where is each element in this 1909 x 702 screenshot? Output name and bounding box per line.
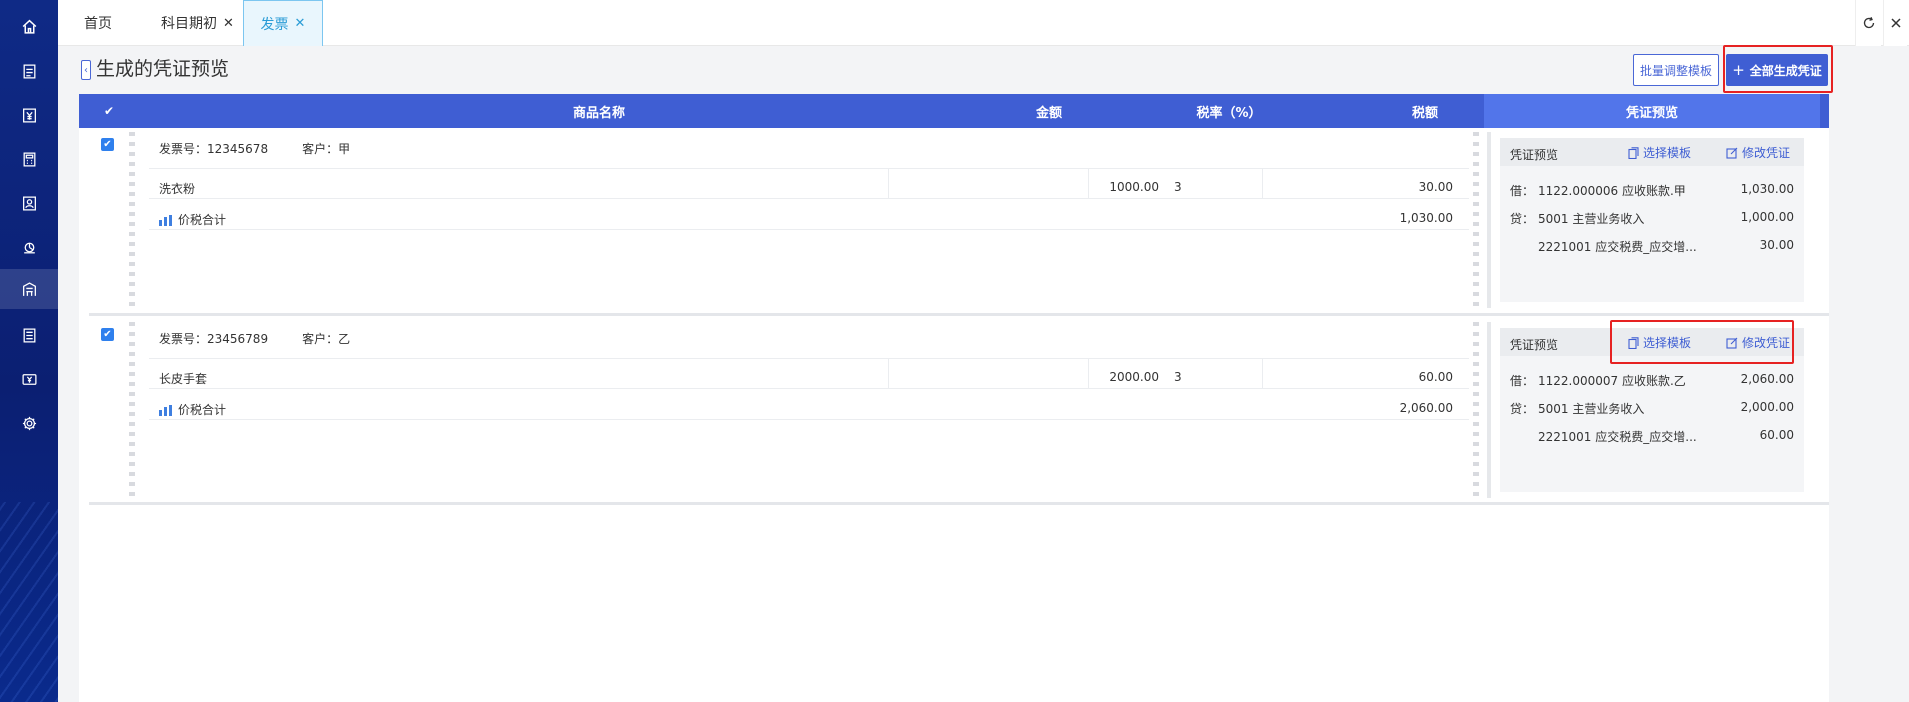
- invoice-checkbox[interactable]: ✔: [101, 138, 114, 151]
- drag-handle[interactable]: [1473, 132, 1479, 308]
- invoice-row: ✔ 发票号：12345678 客户：甲 洗衣粉 1000.00 3 30.00 价…: [79, 128, 1829, 320]
- tax-amount: 30.00: [1418, 180, 1453, 194]
- entry-account: 5001 主营业务收入: [1538, 212, 1645, 226]
- page-header: ‹ 生成的凭证预览 批量调整模板 + 全部生成凭证: [79, 45, 1833, 94]
- bar-chart-icon: [159, 405, 172, 416]
- col-product-name: 商品名称: [572, 105, 625, 121]
- tax-amount: 60.00: [1418, 370, 1453, 384]
- tab-label: 发票: [260, 16, 289, 33]
- entry-account: 5001 主营业务收入: [1538, 402, 1645, 416]
- entry-amount: 1,000.00: [1740, 210, 1794, 224]
- calculator-icon[interactable]: [0, 139, 58, 179]
- entry-amount: 2,060.00: [1740, 372, 1794, 386]
- copy-icon: [1628, 146, 1639, 159]
- settings-icon[interactable]: [0, 403, 58, 443]
- invoice-checkbox[interactable]: ✔: [101, 328, 114, 341]
- entry-account: 2221001 应交税费_应交增...: [1538, 430, 1697, 444]
- yen-icon[interactable]: [0, 95, 58, 135]
- tab-label: 首页: [84, 16, 112, 32]
- voucher-preview: 凭证预览 选择模板 修改凭证 借： 1122.000007 应收账款.乙 2,0…: [1500, 320, 1804, 492]
- tab-bar: 首页 科目期初 ✕ 发票 ✕: [58, 0, 1909, 46]
- total-label: 价税合计: [159, 401, 226, 418]
- invoice-meta: 发票号：23456789 客户：乙: [159, 330, 350, 347]
- product-name: 洗衣粉: [159, 182, 196, 196]
- product-name: 长皮手套: [159, 372, 208, 386]
- edit-icon: [1726, 147, 1738, 159]
- document-icon[interactable]: [0, 51, 58, 91]
- content-panel: ‹ 生成的凭证预览 批量调整模板 + 全部生成凭证 ✔ 商品名称 金额 税率（%…: [79, 45, 1833, 702]
- building-icon[interactable]: [0, 269, 58, 309]
- debit-label: 借：: [1510, 374, 1535, 388]
- tab-label: 科目期初: [161, 16, 217, 32]
- invoice-meta: 发票号：12345678 客户：甲: [159, 140, 350, 157]
- bar-chart-icon: [159, 215, 172, 226]
- entry-account: 2221001 应交税费_应交增...: [1538, 240, 1697, 254]
- close-icon[interactable]: ✕: [223, 16, 234, 31]
- table-header: ✔ 商品名称 金额 税率（%） 税额 凭证预览: [79, 94, 1829, 128]
- col-tax: 税额: [1411, 105, 1438, 121]
- customer: 客户：乙: [302, 332, 351, 346]
- sidebar: [0, 0, 58, 702]
- batch-adjust-template-button[interactable]: 批量调整模板: [1633, 54, 1719, 86]
- tab-invoice[interactable]: 发票 ✕: [243, 0, 323, 46]
- tax-rate: 3: [1174, 370, 1182, 384]
- drag-handle[interactable]: [129, 132, 135, 308]
- highlight-box: [1723, 45, 1833, 93]
- debit-label: 借：: [1510, 184, 1535, 198]
- entry-amount: 2,000.00: [1740, 400, 1794, 414]
- total-amount: 2,060.00: [1399, 401, 1453, 415]
- entry-account: 1122.000006 应收账款.甲: [1538, 184, 1686, 198]
- voucher-preview: 凭证预览 选择模板 修改凭证 借： 1122.000006 应收账款.甲 1,0…: [1500, 138, 1804, 302]
- select-all-checkbox[interactable]: ✔: [99, 94, 119, 128]
- report-icon[interactable]: [0, 315, 58, 355]
- entry-amount: 60.00: [1759, 428, 1794, 442]
- product-amount: 1000.00: [1109, 180, 1159, 194]
- tax-rate: 3: [1174, 180, 1182, 194]
- invoice-row: ✔ 发票号：23456789 客户：乙 长皮手套 2000.00 3 60.00 …: [79, 318, 1829, 506]
- entry-account: 1122.000007 应收账款.乙: [1538, 374, 1686, 388]
- voucher-preview-title: 凭证预览: [1510, 338, 1559, 352]
- drag-handle[interactable]: [129, 322, 135, 498]
- total-amount: 1,030.00: [1399, 211, 1453, 225]
- edit-voucher-button[interactable]: 修改凭证: [1726, 144, 1790, 161]
- money-icon[interactable]: [0, 359, 58, 399]
- product-amount: 2000.00: [1109, 370, 1159, 384]
- tab-home[interactable]: 首页: [84, 0, 112, 46]
- drag-handle[interactable]: [1473, 322, 1479, 498]
- invoice-number: 发票号：23456789: [159, 332, 269, 346]
- tab-opening-balance[interactable]: 科目期初 ✕: [161, 0, 234, 46]
- highlight-box: [1610, 320, 1794, 364]
- back-icon[interactable]: ‹: [81, 60, 91, 80]
- col-voucher-preview: 凭证预览: [1484, 94, 1820, 128]
- voucher-preview-title: 凭证预览: [1510, 148, 1559, 162]
- total-label: 价税合计: [159, 211, 226, 228]
- invoice-number: 发票号：12345678: [159, 142, 269, 156]
- credit-label: 贷：: [1510, 212, 1535, 226]
- chart-icon[interactable]: [0, 227, 58, 267]
- credit-label: 贷：: [1510, 402, 1535, 416]
- close-all-icon[interactable]: [1883, 0, 1907, 46]
- close-icon[interactable]: ✕: [295, 16, 306, 31]
- col-amount: 金额: [1035, 105, 1062, 121]
- entry-amount: 1,030.00: [1740, 182, 1794, 196]
- select-template-button[interactable]: 选择模板: [1628, 144, 1691, 161]
- customer: 客户：甲: [302, 142, 351, 156]
- home-icon[interactable]: [0, 6, 58, 46]
- entry-amount: 30.00: [1759, 238, 1794, 252]
- refresh-icon[interactable]: [1855, 0, 1881, 46]
- col-tax-rate: 税率（%）: [1196, 105, 1262, 121]
- ledger-icon[interactable]: [0, 183, 58, 223]
- page-title: 生成的凭证预览: [96, 58, 230, 80]
